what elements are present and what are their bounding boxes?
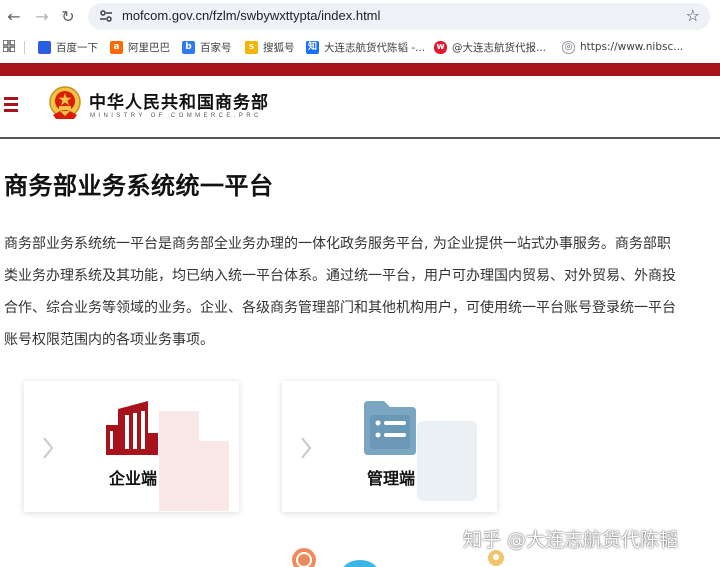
description-line: 账号权限范围内的各项业务事项。 bbox=[4, 332, 214, 348]
bookmark-star-icon[interactable]: ☆ bbox=[686, 6, 700, 25]
baidu-icon: 🐾 bbox=[38, 40, 51, 54]
bookmark-weibo[interactable]: w @大连志航货代报... bbox=[434, 39, 546, 55]
management-portal-card[interactable]: 管理端 bbox=[282, 381, 497, 512]
hamburger-menu-icon[interactable] bbox=[4, 97, 18, 113]
enterprise-building-icon bbox=[106, 401, 158, 455]
bookmark-label: @大连志航货代报... bbox=[452, 41, 547, 54]
weibo-icon: w bbox=[434, 40, 447, 54]
bookmark-alibaba[interactable]: a 阿里巴巴 bbox=[110, 39, 170, 55]
baijiahao-icon: b bbox=[182, 40, 195, 54]
bookmark-nibsc[interactable]: ◎ https://www.nibsc... bbox=[562, 39, 683, 55]
site-title[interactable]: 中华人民共和国商务部 bbox=[89, 88, 269, 113]
top-red-band bbox=[0, 63, 720, 76]
bookmark-label: 百家号 bbox=[200, 41, 232, 54]
sohu-icon: s bbox=[245, 40, 258, 54]
bookmark-sohu[interactable]: s 搜狐号 bbox=[245, 39, 295, 55]
clock-icon bbox=[292, 548, 316, 567]
bookmark-label: 百度一下 bbox=[56, 41, 98, 54]
globe-icon: ◎ bbox=[562, 40, 575, 54]
site-settings-icon[interactable] bbox=[98, 8, 114, 24]
bookmark-baijiahao[interactable]: b 百家号 bbox=[182, 39, 232, 55]
address-bar[interactable]: mofcom.gov.cn/fzlm/swbywxttypta/index.ht… bbox=[88, 3, 710, 30]
bookmark-baidu[interactable]: 🐾 百度一下 bbox=[38, 39, 98, 55]
national-emblem-icon[interactable] bbox=[48, 85, 82, 121]
card-label: 管理端 bbox=[366, 469, 415, 488]
page-title: 商务部业务系统统一平台 bbox=[4, 172, 274, 200]
bookmark-label: 搜狐号 bbox=[263, 41, 295, 54]
bookmark-label: 阿里巴巴 bbox=[128, 41, 170, 54]
back-arrow-icon[interactable]: ← bbox=[4, 6, 24, 26]
bookmarks-bar: 🐾 百度一下 a 阿里巴巴 b 百家号 s 搜狐号 知 大连志航货代陈韬 -..… bbox=[0, 33, 720, 61]
bookmark-label: 大连志航货代陈韬 -... bbox=[324, 41, 426, 54]
forward-arrow-icon[interactable]: → bbox=[32, 6, 52, 26]
bookmark-zhihu[interactable]: 知 大连志航货代陈韬 -... bbox=[306, 39, 425, 55]
card-label: 企业端 bbox=[108, 469, 157, 488]
alibaba-icon: a bbox=[110, 40, 123, 54]
enterprise-portal-card[interactable]: 企业端 bbox=[24, 381, 239, 512]
partial-circle-icon bbox=[343, 560, 377, 567]
chevron-right-icon bbox=[43, 437, 54, 459]
url-text: mofcom.gov.cn/fzlm/swbywxttypta/index.ht… bbox=[122, 8, 381, 23]
description-line: 合作、综合业务等领域的业务。企业、各级商务管理部门和其他机构用户，可使用统一平台… bbox=[4, 300, 676, 316]
reload-icon[interactable]: ↻ bbox=[58, 6, 78, 26]
management-folder-icon bbox=[364, 401, 416, 455]
header-divider bbox=[0, 137, 720, 139]
bookmark-label: https://www.nibsc... bbox=[580, 41, 684, 53]
zhihu-icon: 知 bbox=[306, 40, 319, 54]
bookmark-separator bbox=[24, 41, 25, 54]
description-line: 商务部业务系统统一平台是商务部全业务办理的一体化政务服务平台, 为企业提供一站式… bbox=[4, 236, 671, 252]
page-description: 商务部业务系统统一平台是商务部全业务办理的一体化政务服务平台, 为企业提供一站式… bbox=[4, 228, 720, 356]
chevron-right-icon bbox=[301, 437, 312, 459]
apps-grid-icon[interactable] bbox=[3, 40, 15, 52]
browser-toolbar: ← → ↻ mofcom.gov.cn/fzlm/swbywxttypta/in… bbox=[0, 0, 720, 33]
site-subtitle: MINISTRY OF COMMERCE.PRC bbox=[90, 113, 262, 119]
zhihu-watermark: 知乎 @大连志航货代陈韬 bbox=[463, 529, 679, 551]
description-line: 类业务办理系统及其功能，均已纳入统一平台体系。通过统一平台，用户可办理国内贸易、… bbox=[4, 268, 676, 284]
